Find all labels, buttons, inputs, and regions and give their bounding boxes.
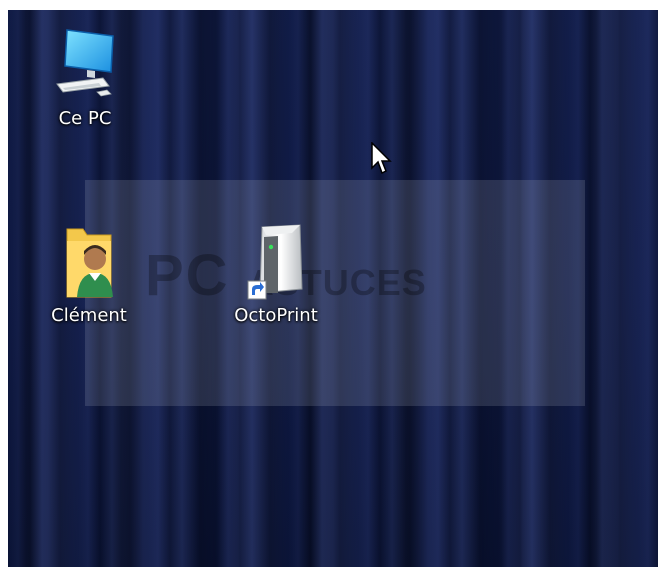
screenshot-frame: PC ASTUCES Ce PC Clément OctoPrint — [0, 0, 658, 570]
desktop-icon-label: OctoPrint — [234, 305, 318, 326]
desktop-icon-user-folder[interactable]: Clément — [39, 223, 139, 326]
user-folder-icon — [53, 223, 125, 303]
desktop-icon-label: Ce PC — [58, 108, 112, 129]
desktop-icon-ce-pc[interactable]: Ce PC — [35, 26, 135, 129]
watermark-overlay: PC ASTUCES — [85, 180, 585, 406]
computer-icon — [49, 26, 121, 106]
desktop[interactable]: PC ASTUCES Ce PC Clément OctoPrint — [8, 10, 658, 567]
server-shortcut-icon — [240, 223, 312, 303]
desktop-icon-octoprint[interactable]: OctoPrint — [226, 223, 326, 326]
mouse-pointer-icon — [371, 141, 393, 180]
desktop-icon-label: Clément — [51, 305, 127, 326]
watermark-main-text: PC — [145, 243, 230, 308]
